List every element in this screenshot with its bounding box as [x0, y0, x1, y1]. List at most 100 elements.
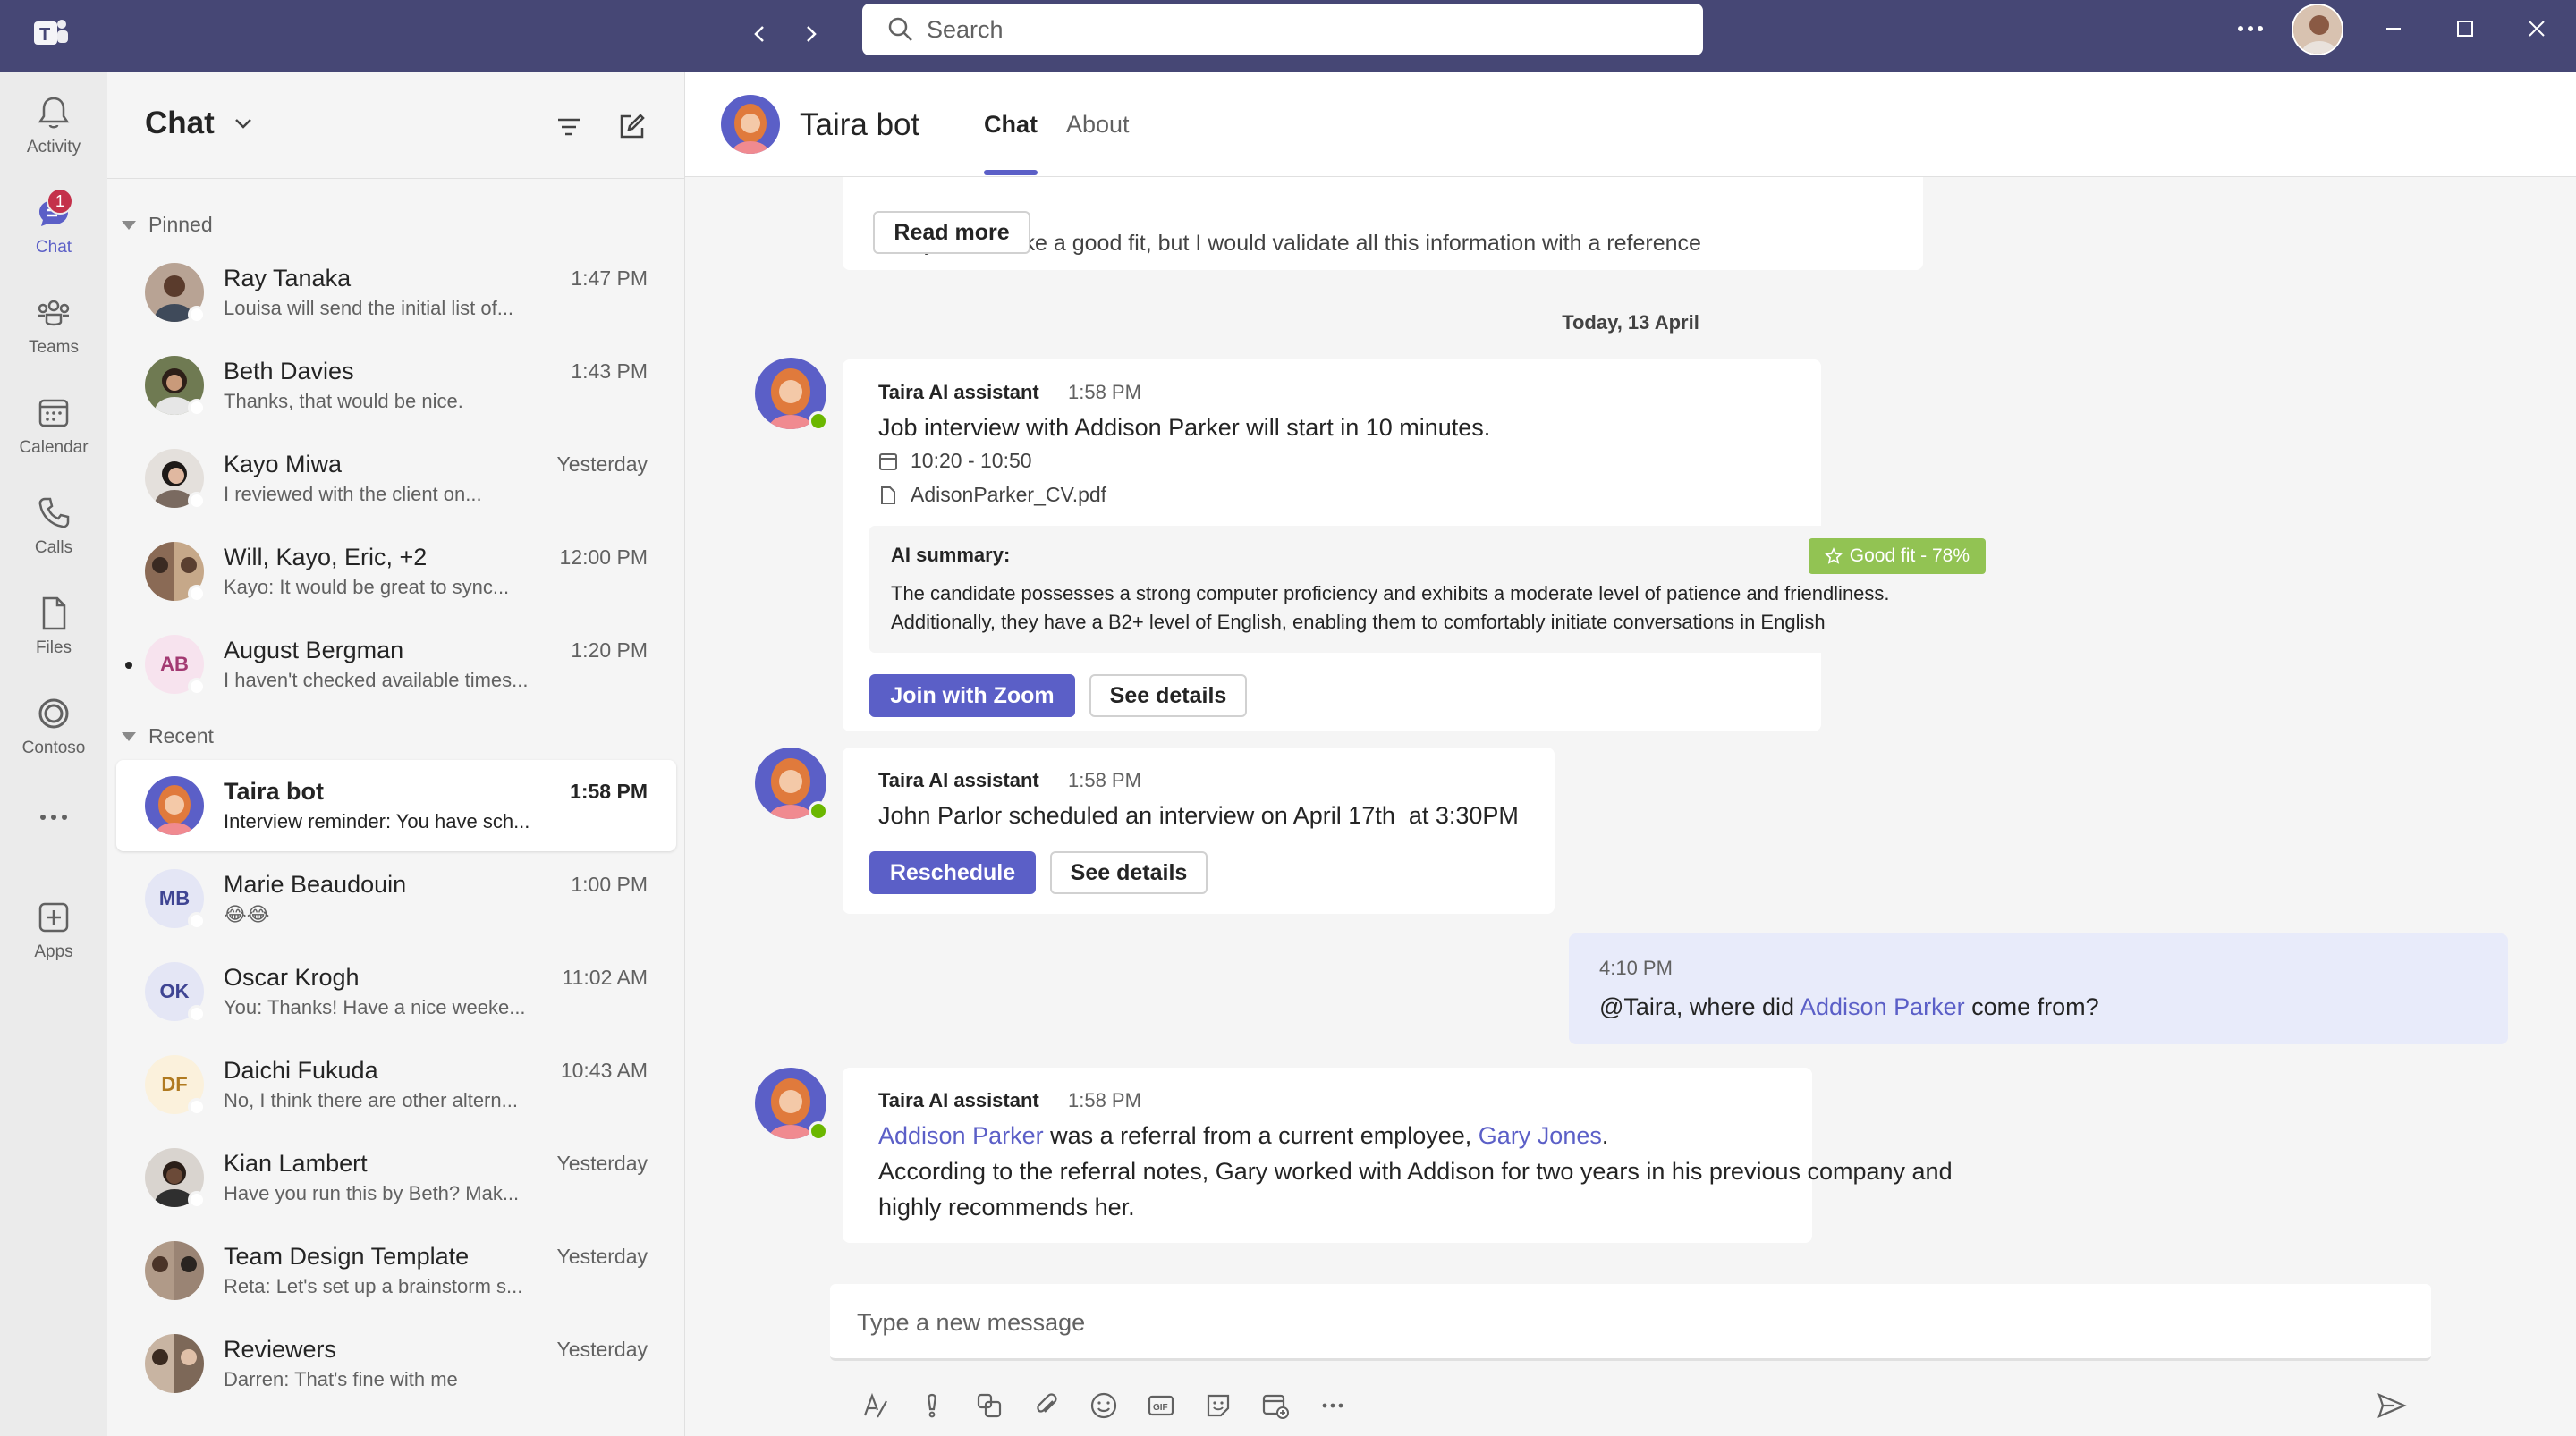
message-text: @Taira, where did Addison Parker come fr… [1599, 993, 2099, 1020]
important-button[interactable] [912, 1386, 952, 1425]
rail-item-calendar[interactable]: Calendar [0, 393, 107, 483]
chat-item-marie-beaudouin[interactable]: MB Marie Beaudouin 😂😂 1:00 PM [116, 853, 676, 944]
person-link-addison[interactable]: Addison Parker [878, 1122, 1044, 1149]
bot-avatar [721, 95, 780, 154]
teams-icon [38, 300, 70, 326]
mention-link[interactable]: Addison Parker [1800, 993, 1965, 1020]
minimize-button[interactable] [2372, 11, 2415, 46]
caret-down-icon [122, 220, 136, 230]
gif-icon: GIF [1148, 1395, 1174, 1416]
conversation-pane: Haley seems like a good fit, but I would… [685, 72, 2576, 1436]
chevron-right-icon [807, 26, 817, 42]
message-text: Job interview with Addison Parker will s… [878, 414, 1491, 441]
person-link-gary[interactable]: Gary Jones [1479, 1122, 1602, 1149]
see-details-button[interactable]: See details [1089, 674, 1247, 717]
rail-item-activity[interactable]: Activity [0, 93, 107, 182]
reschedule-button[interactable]: Reschedule [869, 851, 1036, 894]
sender-name: Taira AI assistant [878, 1089, 1039, 1111]
chat-item-kayo-miwa[interactable]: Kayo Miwa I reviewed with the client on.… [116, 433, 676, 524]
sticker-button[interactable] [1199, 1386, 1238, 1425]
maximize-icon [2457, 21, 2473, 37]
group-avatar [145, 1241, 204, 1300]
read-more-button[interactable]: Read more [873, 211, 1030, 254]
more-tools-button[interactable] [1313, 1386, 1352, 1425]
close-button[interactable] [2515, 11, 2558, 46]
svg-text:T: T [39, 25, 50, 45]
pinned-section-header[interactable]: Pinned [122, 213, 213, 237]
presence-indicator [188, 1191, 206, 1209]
forward-button[interactable] [791, 14, 830, 54]
attachment-row[interactable]: AdisonParker_CV.pdf [878, 483, 1106, 507]
calendar-icon [38, 399, 69, 427]
send-button[interactable] [2372, 1386, 2411, 1425]
chat-item-oscar-krogh[interactable]: OK Oscar Krogh You: Thanks! Have a nice … [116, 946, 676, 1037]
message-time: 4:10 PM [1599, 957, 1673, 979]
minimize-icon [2386, 28, 2401, 30]
format-button[interactable] [855, 1386, 894, 1425]
rail-item-calls[interactable]: Calls [0, 494, 107, 583]
tab-chat[interactable]: Chat [984, 111, 1038, 139]
loop-button[interactable] [970, 1386, 1009, 1425]
ai-summary-text: The candidate possesses a strong compute… [891, 582, 1890, 633]
chat-item-team-design-template[interactable]: Team Design Template Reta: Let's set up … [116, 1225, 676, 1316]
format-text-icon [863, 1392, 887, 1418]
profile-avatar[interactable] [2292, 4, 2343, 55]
presence-indicator [188, 912, 206, 930]
schedule-meeting-button[interactable] [1256, 1386, 1295, 1425]
message-card-interview-reminder: Taira AI assistant 1:58 PM Job interview… [843, 359, 2007, 731]
composer-placeholder: Type a new message [857, 1309, 1086, 1336]
emoji-icon [1090, 1392, 1117, 1419]
meeting-time-row: 10:20 - 10:50 [878, 449, 1032, 473]
back-button[interactable] [741, 14, 780, 54]
tab-about[interactable]: About [1066, 111, 1130, 139]
document-icon [881, 486, 895, 504]
calendar-add-icon [1262, 1394, 1289, 1419]
file-icon [42, 596, 66, 630]
gif-button[interactable]: GIF [1141, 1386, 1181, 1425]
recent-section-header[interactable]: Recent [122, 724, 214, 748]
presence-indicator [188, 306, 206, 324]
chat-item-kian-lambert[interactable]: Kian Lambert Have you run this by Beth? … [116, 1132, 676, 1223]
compose-icon [620, 114, 645, 139]
rail-item-more[interactable] [0, 798, 107, 887]
see-details-button[interactable]: See details [1050, 851, 1208, 894]
message-card-scheduled-interview: Taira AI assistant 1:58 PM John Parlor s… [843, 748, 1555, 914]
teams-logo-icon: T [29, 13, 72, 55]
chat-item-ray-tanaka[interactable]: Ray Tanaka Louisa will send the initial … [116, 247, 676, 338]
send-icon [2377, 1393, 2407, 1418]
chat-item-daichi-fukuda[interactable]: DF Daichi Fukuda No, I think there are o… [116, 1039, 676, 1130]
more-icon [2238, 26, 2263, 31]
chat-item-august-bergman[interactable]: AB August Bergman I haven't checked avai… [116, 619, 676, 710]
emoji-button[interactable] [1084, 1386, 1123, 1425]
rail-item-chat[interactable]: 1 Chat [0, 188, 107, 283]
chevron-left-icon [754, 26, 764, 42]
group-avatar [145, 1334, 204, 1393]
maximize-button[interactable] [2444, 11, 2487, 46]
my-message-bubble: 4:10 PM @Taira, where did Addison Parker… [1569, 933, 2508, 1044]
chevron-down-icon[interactable] [231, 111, 256, 140]
attach-button[interactable] [1027, 1386, 1066, 1425]
chat-list-title[interactable]: Chat [145, 106, 215, 141]
message-time: 1:58 PM [1068, 1089, 1141, 1111]
filter-button[interactable] [549, 107, 589, 147]
more-options-button[interactable] [2229, 11, 2272, 46]
search-placeholder: Search [927, 15, 1004, 43]
message-composer[interactable]: Type a new message [830, 1284, 2431, 1361]
chat-item-reviewers[interactable]: Reviewers Darren: That's fine with me Ye… [116, 1318, 676, 1409]
presence-indicator [188, 585, 206, 603]
presence-indicator [188, 1098, 206, 1116]
rail-item-contoso[interactable]: Contoso [0, 694, 107, 783]
fit-score-badge: Good fit - 78% [1808, 538, 1986, 574]
chat-item-group-will-kayo-eric[interactable]: Will, Kayo, Eric, +2 Kayo: It would be g… [116, 526, 676, 617]
online-status-indicator [809, 411, 828, 431]
new-chat-button[interactable] [612, 107, 651, 147]
rail-item-apps[interactable]: Apps [0, 898, 107, 987]
search-box[interactable]: Search [862, 4, 1703, 55]
presence-indicator [188, 399, 206, 417]
rail-item-files[interactable]: Files [0, 594, 107, 683]
loop-component-icon [977, 1393, 1002, 1418]
join-with-zoom-button[interactable]: Join with Zoom [869, 674, 1075, 717]
chat-item-beth-davies[interactable]: Beth Davies Thanks, that would be nice. … [116, 340, 676, 431]
rail-item-teams[interactable]: Teams [0, 293, 107, 383]
chat-item-taira-bot[interactable]: Taira bot Interview reminder: You have s… [116, 760, 676, 851]
